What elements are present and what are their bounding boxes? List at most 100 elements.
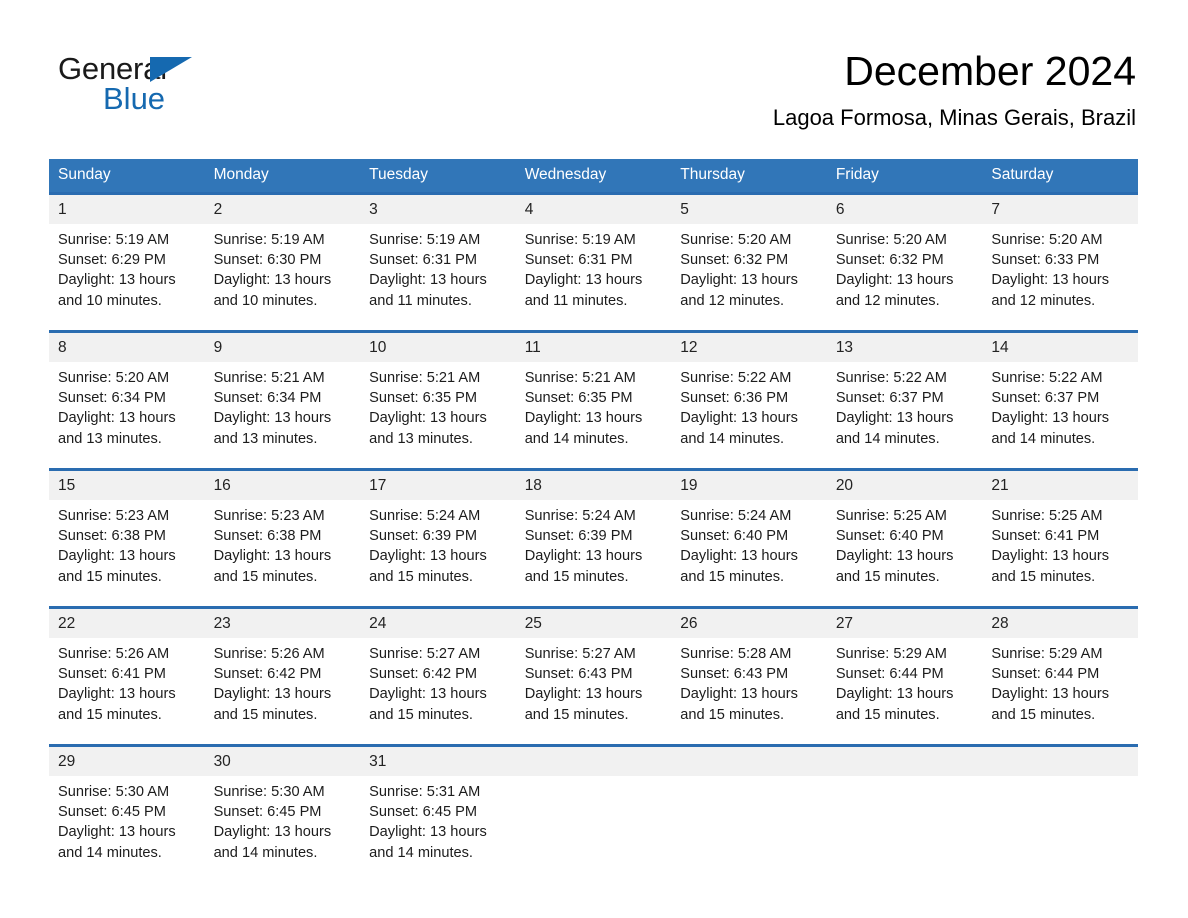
day-number (671, 747, 827, 776)
sunrise-text: Sunrise: 5:24 AM (369, 508, 481, 524)
calendar-day-cell[interactable]: 30 Sunrise: 5:30 AM Sunset: 6:45 PM Dayl… (204, 744, 361, 865)
calendar-day-cell[interactable]: 27 Sunrise: 5:29 AM Sunset: 6:44 PM Dayl… (826, 606, 983, 746)
calendar-day-cell[interactable]: 8 Sunrise: 5:20 AM Sunset: 6:34 PM Dayli… (49, 330, 205, 470)
day-number: 16 (204, 471, 361, 500)
calendar-day-cell[interactable]: 23 Sunrise: 5:26 AM Sunset: 6:42 PM Dayl… (204, 606, 361, 746)
calendar-week-row: 22 Sunrise: 5:26 AM Sunset: 6:41 PM Dayl… (49, 606, 1138, 746)
sunrise-text: Sunrise: 5:23 AM (213, 508, 325, 524)
daylight-text: Daylight: 13 hours and 15 minutes. (680, 548, 798, 585)
day-number (826, 747, 983, 776)
sunset-text: Sunset: 6:40 PM (835, 528, 944, 545)
calendar-day-cell[interactable]: 5 Sunrise: 5:20 AM Sunset: 6:32 PM Dayli… (671, 192, 827, 332)
sunset-text: Sunset: 6:32 PM (680, 252, 789, 269)
sunrise-text: Sunrise: 5:31 AM (369, 784, 481, 800)
calendar-day-cell[interactable]: 3 Sunrise: 5:19 AM Sunset: 6:31 PM Dayli… (360, 192, 516, 332)
daylight-text: Daylight: 13 hours and 14 minutes. (524, 410, 643, 447)
calendar-day-cell[interactable]: 13 Sunrise: 5:22 AM Sunset: 6:37 PM Dayl… (826, 330, 983, 470)
sunset-text: Sunset: 6:41 PM (58, 666, 166, 683)
day-number: 23 (204, 609, 361, 638)
calendar-day-cell[interactable]: 10 Sunrise: 5:21 AM Sunset: 6:35 PM Dayl… (360, 330, 516, 470)
calendar-week-row: 29 Sunrise: 5:30 AM Sunset: 6:45 PM Dayl… (49, 744, 1138, 865)
day-number: 15 (49, 471, 205, 500)
day-number: 18 (515, 471, 672, 500)
calendar-day-cell-empty (515, 744, 672, 865)
calendar-day-cell[interactable]: 28 Sunrise: 5:29 AM Sunset: 6:44 PM Dayl… (982, 606, 1138, 746)
calendar-day-cell[interactable]: 4 Sunrise: 5:19 AM Sunset: 6:31 PM Dayli… (515, 192, 672, 332)
sunrise-text: Sunrise: 5:20 AM (58, 370, 170, 386)
sunset-text: Sunset: 6:36 PM (680, 390, 789, 407)
day-number: 5 (671, 195, 827, 224)
calendar-day-cell[interactable]: 7 Sunrise: 5:20 AM Sunset: 6:33 PM Dayli… (982, 192, 1138, 332)
day-number: 19 (671, 471, 827, 500)
weekday-header-sunday: Sunday (49, 159, 205, 194)
calendar-week-row: 1 Sunrise: 5:19 AM Sunset: 6:29 PM Dayli… (49, 192, 1138, 332)
sunset-text: Sunset: 6:37 PM (991, 390, 1100, 407)
sunrise-text: Sunrise: 5:26 AM (58, 646, 170, 662)
calendar-page: General Blue December 2024 Lagoa Formosa… (0, 0, 1188, 918)
calendar-body: 1 Sunrise: 5:19 AM Sunset: 6:29 PM Dayli… (49, 192, 1138, 865)
general-blue-logo[interactable]: General Blue (58, 52, 258, 118)
calendar-day-cell[interactable]: 16 Sunrise: 5:23 AM Sunset: 6:38 PM Dayl… (204, 468, 361, 608)
page-header: General Blue December 2024 Lagoa Formosa… (0, 0, 1188, 130)
daylight-text: Daylight: 13 hours and 15 minutes. (835, 548, 954, 585)
sunset-text: Sunset: 6:35 PM (369, 390, 478, 407)
day-details: Sunrise: 5:30 AM Sunset: 6:45 PM Dayligh… (49, 776, 205, 863)
calendar-day-cell[interactable]: 19 Sunrise: 5:24 AM Sunset: 6:40 PM Dayl… (671, 468, 827, 608)
day-details: Sunrise: 5:30 AM Sunset: 6:45 PM Dayligh… (205, 776, 361, 863)
calendar-day-cell[interactable]: 17 Sunrise: 5:24 AM Sunset: 6:39 PM Dayl… (360, 468, 516, 608)
day-number: 6 (826, 195, 983, 224)
weekday-header-tuesday: Tuesday (360, 159, 516, 194)
calendar-day-cell[interactable]: 14 Sunrise: 5:22 AM Sunset: 6:37 PM Dayl… (982, 330, 1138, 470)
day-details: Sunrise: 5:29 AM Sunset: 6:44 PM Dayligh… (827, 638, 983, 725)
daylight-text: Daylight: 13 hours and 15 minutes. (524, 548, 643, 585)
daylight-text: Daylight: 13 hours and 12 minutes. (991, 272, 1110, 309)
sunrise-text: Sunrise: 5:25 AM (835, 508, 947, 524)
day-number (982, 747, 1138, 776)
logo-top-row: General (58, 52, 258, 86)
sunrise-text: Sunrise: 5:26 AM (213, 646, 325, 662)
day-details: Sunrise: 5:25 AM Sunset: 6:41 PM Dayligh… (982, 500, 1138, 587)
calendar-day-cell[interactable]: 6 Sunrise: 5:20 AM Sunset: 6:32 PM Dayli… (826, 192, 983, 332)
calendar-week-row: 15 Sunrise: 5:23 AM Sunset: 6:38 PM Dayl… (49, 468, 1138, 608)
sunset-text: Sunset: 6:37 PM (835, 390, 944, 407)
daylight-text: Daylight: 13 hours and 15 minutes. (991, 686, 1110, 723)
day-number: 22 (49, 609, 205, 638)
calendar-week-row: 8 Sunrise: 5:20 AM Sunset: 6:34 PM Dayli… (49, 330, 1138, 470)
daylight-text: Daylight: 13 hours and 11 minutes. (524, 272, 643, 309)
sunrise-text: Sunrise: 5:24 AM (524, 508, 636, 524)
calendar-day-cell[interactable]: 22 Sunrise: 5:26 AM Sunset: 6:41 PM Dayl… (49, 606, 205, 746)
sunrise-text: Sunrise: 5:21 AM (524, 370, 636, 386)
calendar-day-cell[interactable]: 21 Sunrise: 5:25 AM Sunset: 6:41 PM Dayl… (982, 468, 1138, 608)
calendar-day-cell[interactable]: 11 Sunrise: 5:21 AM Sunset: 6:35 PM Dayl… (515, 330, 672, 470)
calendar-day-cell[interactable]: 15 Sunrise: 5:23 AM Sunset: 6:38 PM Dayl… (49, 468, 205, 608)
weekday-header-saturday: Saturday (982, 159, 1138, 194)
calendar-day-cell[interactable]: 2 Sunrise: 5:19 AM Sunset: 6:30 PM Dayli… (204, 192, 361, 332)
daylight-text: Daylight: 13 hours and 14 minutes. (369, 824, 487, 861)
day-number (515, 747, 672, 776)
sunset-text: Sunset: 6:38 PM (58, 528, 166, 545)
calendar-day-cell[interactable]: 25 Sunrise: 5:27 AM Sunset: 6:43 PM Dayl… (515, 606, 672, 746)
sunrise-text: Sunrise: 5:21 AM (369, 370, 481, 386)
calendar-day-cell[interactable]: 12 Sunrise: 5:22 AM Sunset: 6:36 PM Dayl… (671, 330, 827, 470)
calendar-day-cell[interactable]: 18 Sunrise: 5:24 AM Sunset: 6:39 PM Dayl… (515, 468, 672, 608)
daylight-text: Daylight: 13 hours and 15 minutes. (680, 686, 798, 723)
calendar-day-cell[interactable]: 26 Sunrise: 5:28 AM Sunset: 6:43 PM Dayl… (671, 606, 827, 746)
sunrise-text: Sunrise: 5:21 AM (213, 370, 325, 386)
day-number: 4 (515, 195, 672, 224)
calendar-day-cell[interactable]: 31 Sunrise: 5:31 AM Sunset: 6:45 PM Dayl… (360, 744, 516, 865)
daylight-text: Daylight: 13 hours and 14 minutes. (835, 410, 954, 447)
sunrise-text: Sunrise: 5:20 AM (991, 232, 1103, 248)
calendar-day-cell[interactable]: 29 Sunrise: 5:30 AM Sunset: 6:45 PM Dayl… (49, 744, 205, 865)
day-details: Sunrise: 5:21 AM Sunset: 6:34 PM Dayligh… (205, 362, 361, 449)
sunset-text: Sunset: 6:32 PM (835, 252, 944, 269)
day-details: Sunrise: 5:29 AM Sunset: 6:44 PM Dayligh… (982, 638, 1138, 725)
calendar-day-cell[interactable]: 9 Sunrise: 5:21 AM Sunset: 6:34 PM Dayli… (204, 330, 361, 470)
calendar-day-cell[interactable]: 20 Sunrise: 5:25 AM Sunset: 6:40 PM Dayl… (826, 468, 983, 608)
calendar-day-cell[interactable]: 1 Sunrise: 5:19 AM Sunset: 6:29 PM Dayli… (49, 192, 205, 332)
calendar-day-cell[interactable]: 24 Sunrise: 5:27 AM Sunset: 6:42 PM Dayl… (360, 606, 516, 746)
daylight-text: Daylight: 13 hours and 15 minutes. (369, 548, 487, 585)
day-details: Sunrise: 5:20 AM Sunset: 6:33 PM Dayligh… (982, 224, 1138, 311)
sunset-text: Sunset: 6:29 PM (58, 252, 166, 269)
sunset-text: Sunset: 6:38 PM (213, 528, 322, 545)
day-details: Sunrise: 5:28 AM Sunset: 6:43 PM Dayligh… (671, 638, 827, 725)
